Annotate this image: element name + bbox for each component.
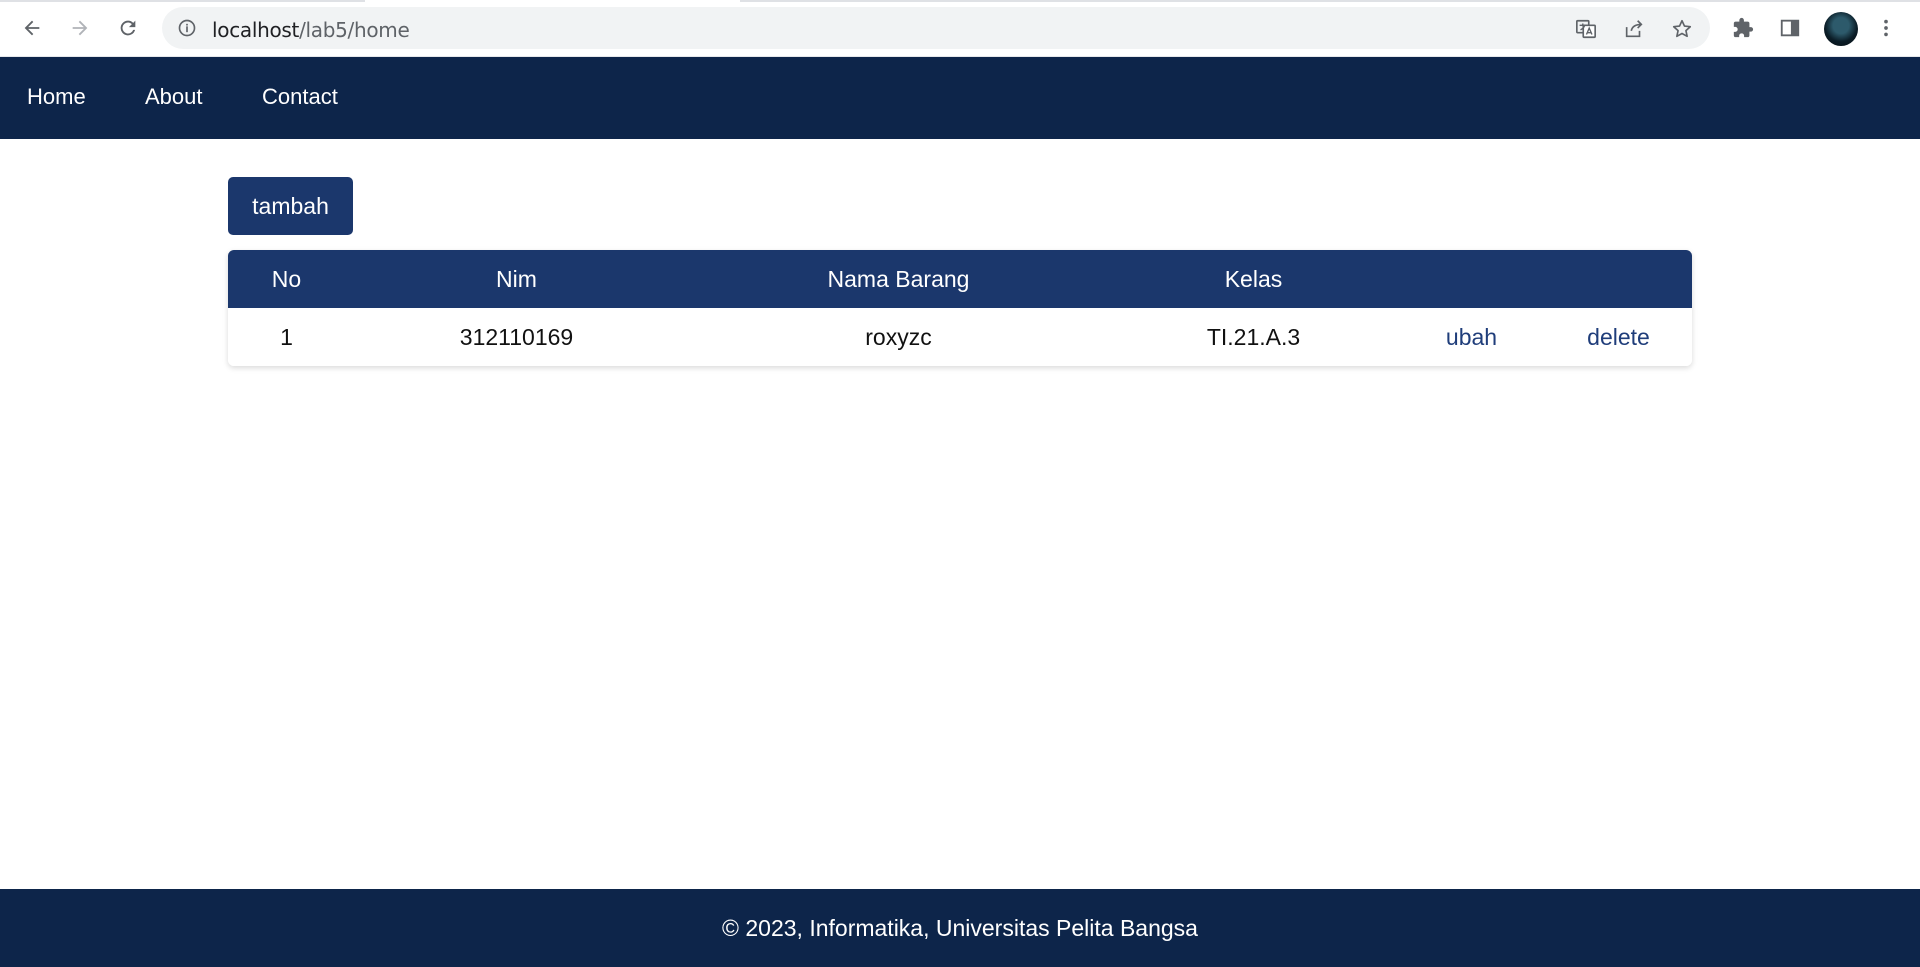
column-header-delete bbox=[1545, 250, 1692, 308]
url-text[interactable]: localhost/lab5/home bbox=[212, 18, 410, 42]
cell-kelas: TI.21.A.3 bbox=[1206, 323, 1301, 350]
url-path: /lab5/home bbox=[299, 18, 410, 42]
delete-link[interactable]: delete bbox=[1545, 308, 1692, 366]
back-arrow-icon[interactable] bbox=[16, 12, 48, 44]
more-menu-icon[interactable] bbox=[1870, 12, 1902, 44]
page-footer: © 2023, Informatika, Universitas Pelita … bbox=[0, 889, 1920, 967]
nav-link-about[interactable]: About bbox=[145, 84, 203, 110]
browser-toolbar: localhost/lab5/home bbox=[0, 0, 1920, 57]
column-header-no: No bbox=[271, 265, 302, 292]
info-icon[interactable] bbox=[176, 17, 198, 39]
nav-link-contact[interactable]: Contact bbox=[262, 84, 338, 110]
cell-no: 1 bbox=[280, 323, 293, 350]
share-icon[interactable] bbox=[1622, 17, 1646, 41]
address-bar[interactable]: localhost/lab5/home bbox=[162, 7, 1710, 49]
cell-nama-barang: roxyzc bbox=[865, 323, 932, 350]
column-header-nim: Nim bbox=[496, 265, 537, 292]
tab-strip-edge bbox=[740, 0, 1920, 2]
reload-icon[interactable] bbox=[112, 12, 144, 44]
table-header-row: No Nim Nama Barang Kelas bbox=[228, 250, 1692, 308]
nav-link-home[interactable]: Home bbox=[27, 84, 86, 110]
cell-nim: 312110169 bbox=[459, 323, 574, 350]
column-header-edit bbox=[1398, 250, 1545, 308]
extensions-icon[interactable] bbox=[1727, 12, 1759, 44]
column-header-nama-barang: Nama Barang bbox=[827, 265, 970, 292]
tab-strip-edge bbox=[0, 0, 365, 2]
star-icon[interactable] bbox=[1670, 17, 1694, 41]
site-navbar: Home About Contact bbox=[0, 57, 1920, 139]
profile-avatar[interactable] bbox=[1824, 12, 1858, 46]
side-panel-icon[interactable] bbox=[1774, 12, 1806, 44]
translate-icon[interactable] bbox=[1574, 17, 1598, 41]
url-host: localhost bbox=[212, 18, 300, 42]
footer-text: © 2023, Informatika, Universitas Pelita … bbox=[722, 914, 1198, 941]
edit-link[interactable]: ubah bbox=[1398, 308, 1545, 366]
data-table-container: No Nim Nama Barang Kelas 1 312110169 rox… bbox=[228, 250, 1692, 366]
data-table: No Nim Nama Barang Kelas 1 312110169 rox… bbox=[228, 250, 1692, 366]
column-header-kelas: Kelas bbox=[1224, 265, 1283, 292]
add-button[interactable]: tambah bbox=[228, 177, 353, 235]
table-row: 1 312110169 roxyzc TI.21.A.3 ubah delete bbox=[228, 308, 1692, 366]
forward-arrow-icon[interactable] bbox=[64, 12, 96, 44]
